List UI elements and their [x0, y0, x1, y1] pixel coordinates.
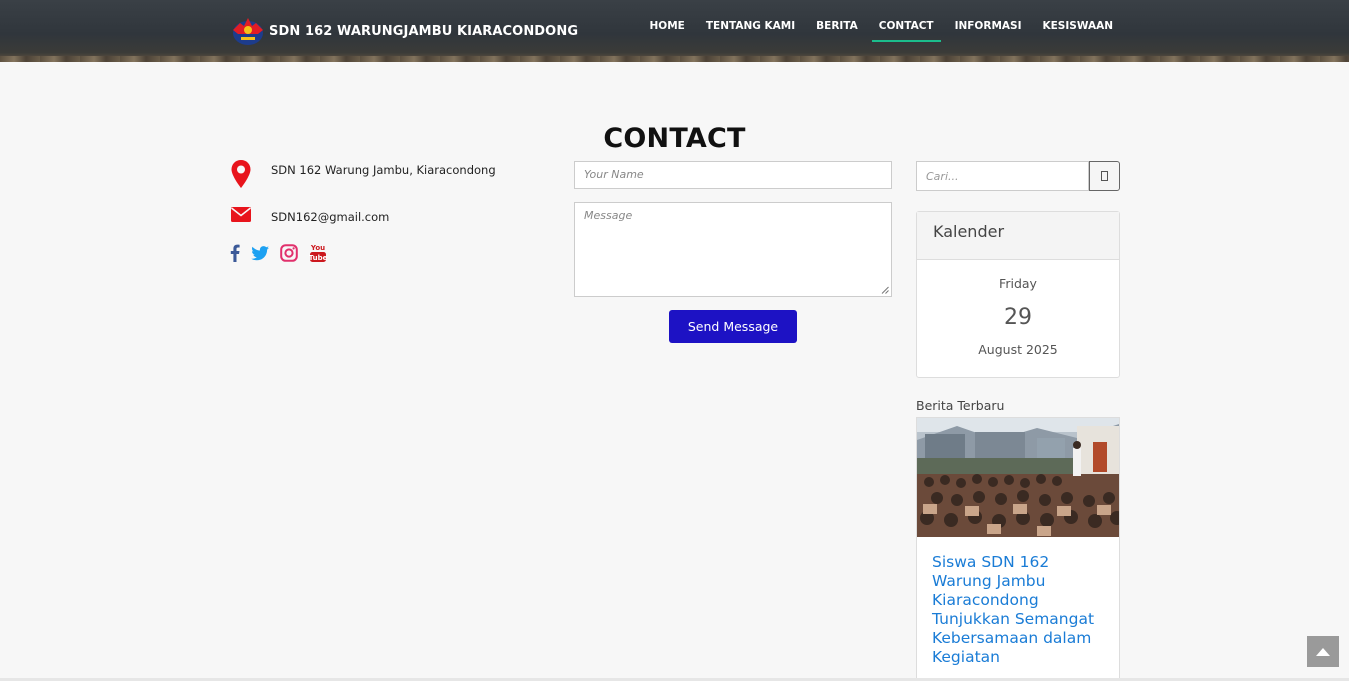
- twitter-icon[interactable]: [251, 245, 269, 261]
- school-logo-icon: [233, 18, 263, 45]
- chevron-up-icon: [1316, 648, 1330, 656]
- form-actions: Send Message: [574, 310, 892, 343]
- instagram-icon[interactable]: [280, 244, 298, 262]
- nav-kesiswaan[interactable]: KESISWAAN: [1043, 20, 1114, 42]
- nav-berita[interactable]: BERITA: [816, 20, 858, 42]
- calendar-day-name: Friday: [999, 276, 1037, 291]
- page-title: CONTACT: [603, 123, 746, 154]
- main-nav: HOME TENTANG KAMI BERITA CONTACT INFORMA…: [629, 20, 1113, 42]
- nav-tentang-kami[interactable]: TENTANG KAMI: [706, 20, 795, 42]
- map-pin-icon: [230, 160, 252, 188]
- email-row: SDN162@gmail.com: [230, 207, 530, 224]
- site-header: SDN 162 WARUNGJAMBU KIARACONDONG HOME TE…: [0, 0, 1349, 62]
- svg-text:Tube: Tube: [309, 254, 327, 262]
- calendar-body: Friday 29 August 2025: [917, 260, 1119, 377]
- email-text: SDN162@gmail.com: [271, 210, 390, 224]
- envelope-icon: [230, 207, 252, 222]
- social-links: You Tube: [230, 243, 530, 263]
- recent-news-title: Berita Terbaru: [916, 398, 1005, 413]
- address-text: SDN 162 Warung Jambu, Kiaracondong: [271, 163, 496, 177]
- facebook-icon[interactable]: [230, 244, 240, 262]
- send-message-button[interactable]: Send Message: [668, 310, 798, 343]
- message-placeholder: Message: [584, 209, 633, 222]
- contact-info: SDN 162 Warung Jambu, Kiaracondong SDN16…: [230, 160, 530, 263]
- search-button[interactable]: [1089, 161, 1120, 191]
- calendar-month-year: August 2025: [978, 342, 1058, 357]
- brand[interactable]: SDN 162 WARUNGJAMBU KIARACONDONG: [231, 14, 578, 48]
- search-icon: [1101, 171, 1109, 181]
- calendar-title: Kalender: [917, 212, 1119, 260]
- calendar-widget: Kalender Friday 29 August 2025: [916, 211, 1120, 378]
- sidebar: Cari... Kalender Friday 29 August 2025 B…: [916, 161, 1120, 679]
- news-card[interactable]: Siswa SDN 162 Warung Jambu Kiaracondong …: [916, 417, 1120, 679]
- nav-contact[interactable]: CONTACT: [871, 20, 941, 42]
- search-bar: Cari...: [916, 161, 1120, 191]
- calendar-date: 29: [1004, 305, 1032, 330]
- svg-text:You: You: [310, 244, 325, 252]
- brand-title: SDN 162 WARUNGJAMBU KIARACONDONG: [269, 23, 579, 39]
- address-row: SDN 162 Warung Jambu, Kiaracondong: [230, 160, 530, 188]
- resize-grip-icon[interactable]: [881, 286, 889, 294]
- back-to-top-button[interactable]: [1307, 636, 1339, 667]
- news-article-title[interactable]: Siswa SDN 162 Warung Jambu Kiaracondong …: [917, 537, 1119, 667]
- search-input[interactable]: Cari...: [916, 161, 1090, 191]
- nav-home[interactable]: HOME: [650, 20, 685, 42]
- news-thumbnail[interactable]: [917, 418, 1119, 537]
- name-input[interactable]: Your Name: [574, 161, 892, 189]
- header-texture: [0, 56, 1349, 62]
- youtube-icon[interactable]: You Tube: [309, 243, 327, 263]
- contact-form: Your Name Message Send Message: [574, 161, 892, 343]
- nav-informasi[interactable]: INFORMASI: [955, 20, 1022, 42]
- message-textarea[interactable]: Message: [574, 202, 892, 297]
